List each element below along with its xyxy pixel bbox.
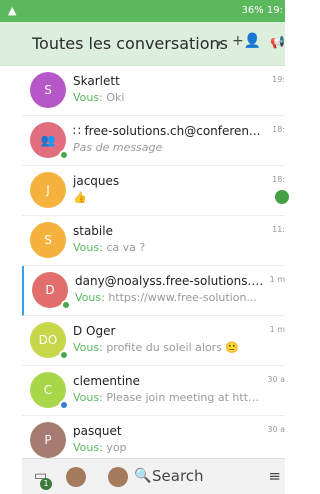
conversation-name: Skarlett	[73, 74, 120, 88]
conversation-name: dany@noalyss.free-solutions.org	[75, 274, 265, 288]
unread-badge	[275, 190, 289, 204]
megaphone-icon[interactable]: 📢	[270, 35, 285, 49]
conversation-preview: Vous: profite du soleil alors 🙂	[73, 341, 240, 354]
conversation-time: 30 a	[267, 425, 285, 434]
conversation-name: pasquet	[73, 424, 122, 438]
search-button[interactable]: Search	[152, 467, 204, 485]
conversation-row-5[interactable]: DO D Oger Vous: profite du soleil alors …	[22, 316, 285, 366]
account-avatar[interactable]	[66, 467, 86, 487]
conversation-preview: 👍	[73, 191, 87, 204]
conversation-name: clementine	[73, 374, 141, 388]
status-bar: ▲ 36% 19:	[0, 0, 285, 22]
conversation-list: S Skarlett Vous: Oki 19: 👥 ∷ free-soluti…	[22, 66, 289, 466]
conversation-time: 19:	[272, 75, 285, 84]
conversation-time: 11:	[272, 225, 285, 234]
conversation-time: 1 m	[269, 275, 285, 284]
conversation-name: ∷ free-solutions.ch@conferen...	[73, 124, 261, 138]
conversation-preview: Vous: Oki	[73, 91, 125, 104]
conversation-name: D Oger	[73, 324, 116, 338]
add-user-icon[interactable]: +👤	[232, 33, 261, 49]
conversation-row-6[interactable]: C clementine Vous: Please join meeting a…	[22, 366, 285, 416]
menu-icon[interactable]: ≡	[268, 467, 281, 485]
conversation-row-0[interactable]: S Skarlett Vous: Oki 19:	[22, 66, 285, 116]
chevron-down-icon[interactable]: ▾	[216, 37, 222, 50]
conversation-preview: Pas de message	[73, 141, 163, 154]
account-avatar[interactable]	[108, 467, 128, 487]
conversation-preview: Vous: Please join meeting at http...	[73, 391, 261, 404]
conversation-row-3[interactable]: S stabile Vous: ca va ? 11:	[22, 216, 285, 266]
notification-badge: 1	[40, 478, 52, 490]
conversation-time: 18:	[272, 175, 285, 184]
status-left-icon: ▲	[8, 4, 17, 17]
avatar: S	[30, 72, 66, 108]
page-title[interactable]: Toutes les conversations	[32, 34, 228, 53]
avatar: S	[30, 222, 66, 258]
conversation-name: jacques	[73, 174, 120, 188]
conversation-preview: Vous: ca va ?	[73, 241, 146, 254]
conversation-time: 18:	[272, 125, 285, 134]
conversation-row-1[interactable]: 👥 ∷ free-solutions.ch@conferen... Pas de…	[22, 116, 285, 166]
conversation-row-2[interactable]: J jacques 👍 18:	[22, 166, 289, 216]
conversation-preview: Vous: https://www.free-solution...	[75, 291, 257, 304]
conversation-time: 1 m	[269, 325, 285, 334]
online-status-dot	[59, 150, 69, 160]
conversation-preview: Vous: yop	[73, 441, 127, 454]
bottom-bar: ▭ 1 🔍 Search ≡	[22, 458, 285, 494]
online-status-dot	[59, 350, 69, 360]
avatar: P	[30, 422, 66, 458]
online-status-dot	[59, 400, 69, 410]
online-status-dot	[61, 300, 71, 310]
avatar: J	[30, 172, 66, 208]
app-header: Toutes les conversations ▾ +👤 📢	[0, 22, 285, 66]
status-right-text: 36% 19:	[241, 5, 284, 16]
conversation-name: stabile	[73, 224, 113, 238]
conversation-row-4[interactable]: D dany@noalyss.free-solutions.org Vous: …	[22, 266, 285, 316]
left-edge	[0, 0, 22, 494]
search-icon[interactable]: 🔍	[134, 468, 151, 484]
conversation-time: 30 a	[267, 375, 285, 384]
